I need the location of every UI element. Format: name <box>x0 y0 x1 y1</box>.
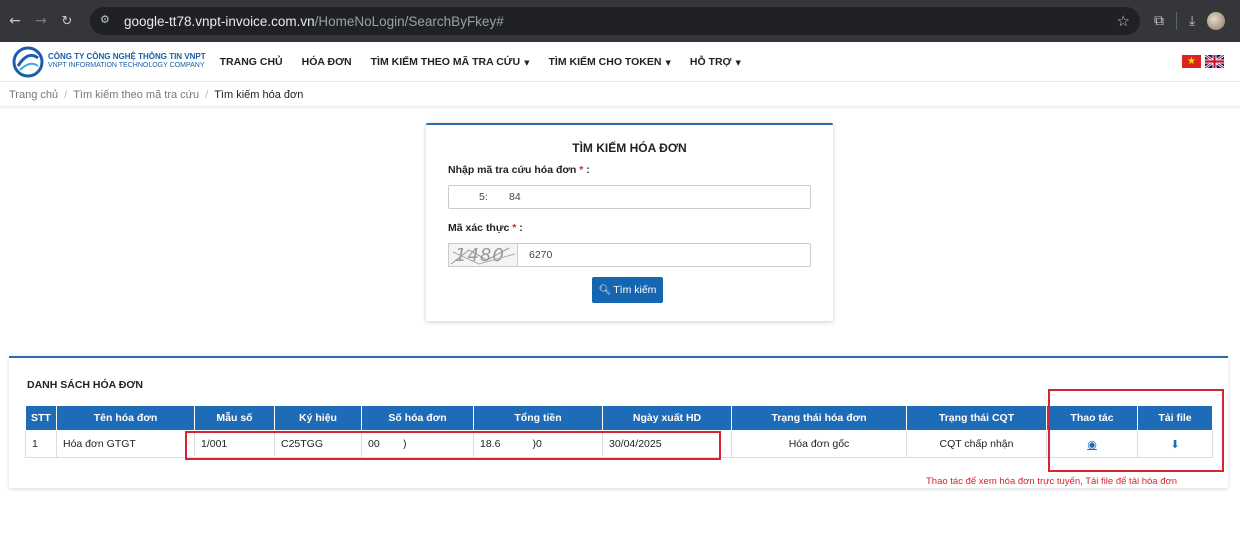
captcha-image: 1480 <box>448 243 518 267</box>
search-card-title: TÌM KIẾM HÓA ĐƠN <box>572 141 687 155</box>
table-header-row: STT Tên hóa đơn Mẫu số Ký hiệu Số hóa đơ… <box>25 405 1213 431</box>
vnpt-logo[interactable]: CÔNG TY CÔNG NGHỆ THÔNG TIN VNPT VNPT IN… <box>12 46 206 78</box>
reload-icon[interactable]: ↻ <box>56 10 78 32</box>
col-invoice-name: Tên hóa đơn <box>56 405 195 431</box>
search-button[interactable]: 🔍︎ Tìm kiếm <box>592 277 663 303</box>
col-invoice-number: Số hóa đơn <box>361 405 474 431</box>
captcha-label: Mã xác thực * : <box>448 222 523 234</box>
col-issue-date: Ngày xuất HD <box>602 405 732 431</box>
col-symbol: Ký hiệu <box>274 405 362 431</box>
chevron-down-icon: ▼ <box>665 58 671 67</box>
annotation-highlight-invoice-info <box>185 431 721 460</box>
col-stt: STT <box>25 405 57 431</box>
search-icon: 🔍︎ <box>598 284 612 296</box>
vnpt-logo-icon <box>12 46 44 77</box>
breadcrumb: Trang chủ / Tìm kiếm theo mã tra cứu / Tìm k… <box>9 89 304 101</box>
company-subtitle: VNPT INFORMATION TECHNOLOGY COMPANY <box>48 62 205 70</box>
captcha-value: 6270 <box>529 249 553 261</box>
annotation-highlight-actions <box>1048 389 1224 472</box>
cell-cqt-status: CQT chấp nhận <box>906 430 1047 458</box>
lookup-code-value-start: 5: <box>479 191 488 203</box>
site-header: CÔNG TY CÔNG NGHỆ THÔNG TIN VNPT VNPT IN… <box>0 42 1240 82</box>
chevron-down-icon: ▼ <box>735 58 741 67</box>
nav-support[interactable]: HỖ TRỢ ▼ <box>690 56 741 68</box>
cell-stt: 1 <box>25 430 57 458</box>
bookmark-star-icon[interactable]: ☆ <box>1117 12 1130 30</box>
invoice-list-title: DANH SÁCH HÓA ĐƠN <box>27 379 143 391</box>
nav-home[interactable]: TRANG CHỦ <box>220 56 283 68</box>
toolbar-divider <box>1176 12 1177 30</box>
col-invoice-status: Trạng thái hóa đơn <box>731 405 907 431</box>
captcha-noise <box>450 247 516 265</box>
breadcrumb-search-by-code[interactable]: Tìm kiếm theo mã tra cứu <box>73 89 199 101</box>
col-cqt-status: Trạng thái CQT <box>906 405 1047 431</box>
forward-icon[interactable]: → <box>30 10 52 32</box>
invoice-list-card: DANH SÁCH HÓA ĐƠN STT Tên hóa đơn Mẫu số… <box>9 356 1228 488</box>
cell-invoice-status: Hóa đơn gốc <box>731 430 907 458</box>
nav-invoice[interactable]: HÓA ĐƠN <box>302 56 352 68</box>
breadcrumb-current: Tìm kiếm hóa đơn <box>214 89 304 101</box>
search-invoice-card: TÌM KIẾM HÓA ĐƠN Nhập mã tra cứu hóa đơn… <box>426 123 833 321</box>
download-tray-icon[interactable]: ⤓ <box>1189 13 1195 29</box>
main-nav: TRANG CHỦ HÓA ĐƠN TÌM KIẾM THEO MÃ TRA C… <box>220 56 760 68</box>
annotation-note: Thao tác để xem hóa đơn trực tuyến, Tải … <box>926 476 1178 487</box>
browser-toolbar: ← → ↻ ⚙ google-tt78.vnpt-invoice.com.vn /… <box>0 0 1240 42</box>
cell-invoice-name: Hóa đơn GTGT <box>56 430 195 458</box>
vietnam-flag-icon[interactable]: ★ <box>1182 55 1201 68</box>
breadcrumb-divider <box>0 106 1240 110</box>
chevron-down-icon: ▼ <box>524 58 530 67</box>
back-icon[interactable]: ← <box>4 10 26 32</box>
url-host: google-tt78.vnpt-invoice.com.vn <box>124 13 315 29</box>
profile-avatar[interactable] <box>1207 12 1226 30</box>
site-settings-icon[interactable]: ⚙ <box>100 13 116 29</box>
col-total: Tổng tiền <box>473 405 603 431</box>
uk-flag-icon[interactable] <box>1205 55 1224 68</box>
extensions-icon[interactable]: ⧉ <box>1154 13 1164 29</box>
breadcrumb-home[interactable]: Trang chủ <box>9 89 58 101</box>
url-path: /HomeNoLogin/SearchByFkey# <box>314 13 504 29</box>
col-template: Mẫu số <box>194 405 275 431</box>
company-name: CÔNG TY CÔNG NGHỆ THÔNG TIN VNPT <box>48 52 206 62</box>
nav-search-by-code[interactable]: TÌM KIẾM THEO MÃ TRA CỨU ▼ <box>371 56 530 68</box>
code-label: Nhập mã tra cứu hóa đơn * : <box>448 164 590 176</box>
lookup-code-input[interactable]: 5: 84 <box>448 185 811 209</box>
lookup-code-value-end: 84 <box>509 191 521 203</box>
nav-search-token[interactable]: TÌM KIẾM CHO TOKEN ▼ <box>549 56 671 68</box>
address-bar[interactable]: ⚙ google-tt78.vnpt-invoice.com.vn/HomeNo… <box>90 7 1140 35</box>
